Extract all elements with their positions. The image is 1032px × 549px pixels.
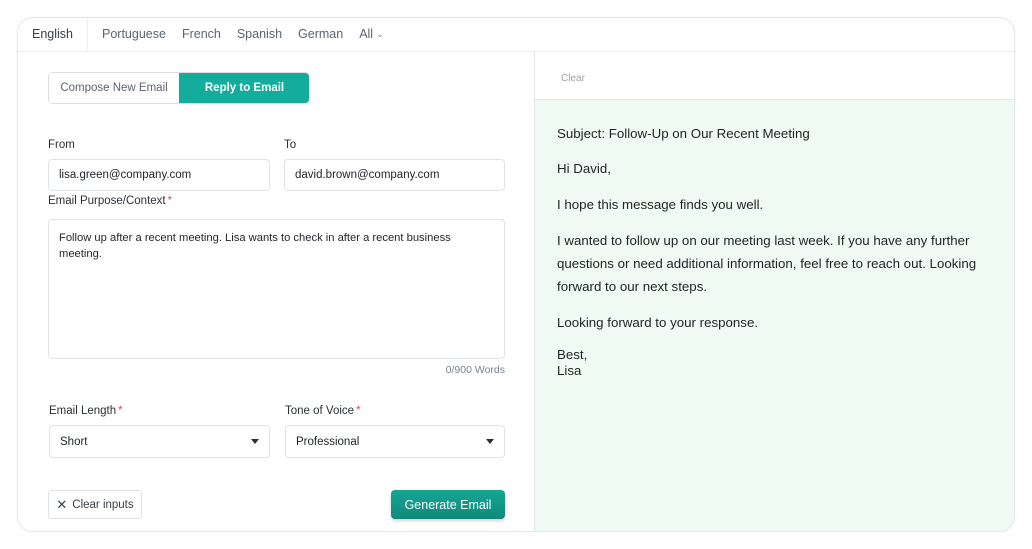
purpose-label: Email Purpose/Context *: [48, 195, 172, 207]
tab-portuguese[interactable]: Portuguese: [94, 18, 174, 51]
reply-to-email-button[interactable]: Reply to Email: [179, 73, 309, 103]
to-field[interactable]: david.brown@company.com: [284, 159, 505, 191]
required-mark: *: [118, 405, 123, 417]
tab-german[interactable]: German: [290, 18, 351, 51]
generate-email-button[interactable]: Generate Email: [391, 490, 505, 519]
chevron-down-icon: ⌄: [376, 29, 384, 39]
tone-label: Tone of Voice *: [285, 405, 361, 417]
required-mark: *: [356, 405, 361, 417]
from-field[interactable]: lisa.green@company.com: [48, 159, 270, 191]
close-icon: ✕: [56, 497, 68, 512]
tab-all-dropdown[interactable]: All ⌄: [351, 18, 391, 51]
from-label: From: [48, 139, 75, 151]
tab-french[interactable]: French: [174, 18, 229, 51]
tab-spanish[interactable]: Spanish: [229, 18, 290, 51]
output-panel: Clear Subject: Follow-Up on Our Recent M…: [534, 52, 1014, 531]
clear-inputs-button[interactable]: ✕ Clear inputs: [48, 490, 142, 519]
to-label: To: [284, 139, 297, 151]
compose-new-email-button[interactable]: Compose New Email: [49, 73, 179, 103]
email-closing: Best, Lisa: [557, 347, 997, 379]
email-length-select[interactable]: Short: [49, 425, 270, 458]
email-paragraph: I hope this message finds you well.: [557, 197, 764, 212]
email-subject: Subject: Follow-Up on Our Recent Meeting: [557, 126, 810, 141]
language-tabs: English Portuguese French Spanish German…: [18, 18, 1014, 52]
required-mark: *: [167, 195, 173, 207]
email-length-label-text: Email Length: [49, 405, 117, 417]
word-counter: 0/900 Words: [445, 364, 505, 376]
tab-all-label: All: [359, 27, 374, 41]
tab-english[interactable]: English: [18, 18, 88, 51]
clear-inputs-label: Clear inputs: [72, 498, 134, 511]
generated-email: Subject: Follow-Up on Our Recent Meeting…: [557, 122, 997, 379]
email-greeting: Hi David,: [557, 161, 611, 176]
email-paragraph: Looking forward to your response.: [557, 315, 759, 330]
clear-output-button[interactable]: Clear: [561, 73, 585, 84]
purpose-label-text: Email Purpose/Context: [48, 195, 166, 207]
mode-toggle: Compose New Email Reply to Email: [48, 72, 310, 104]
caret-down-icon: [486, 439, 494, 444]
purpose-textarea[interactable]: Follow up after a recent meeting. Lisa w…: [48, 219, 505, 359]
tone-select[interactable]: Professional: [285, 425, 505, 458]
caret-down-icon: [251, 439, 259, 444]
email-generator-card: English Portuguese French Spanish German…: [17, 17, 1015, 532]
email-paragraph: I wanted to follow up on our meeting las…: [557, 233, 977, 294]
tone-value: Professional: [296, 435, 360, 448]
email-length-label: Email Length *: [49, 405, 123, 417]
email-signature: Lisa: [557, 363, 582, 378]
email-length-value: Short: [60, 435, 88, 448]
output-toolbar: Clear: [535, 52, 1014, 100]
tone-label-text: Tone of Voice: [285, 405, 355, 417]
email-signoff: Best,: [557, 347, 588, 362]
input-panel: Compose New Email Reply to Email From li…: [18, 52, 534, 531]
